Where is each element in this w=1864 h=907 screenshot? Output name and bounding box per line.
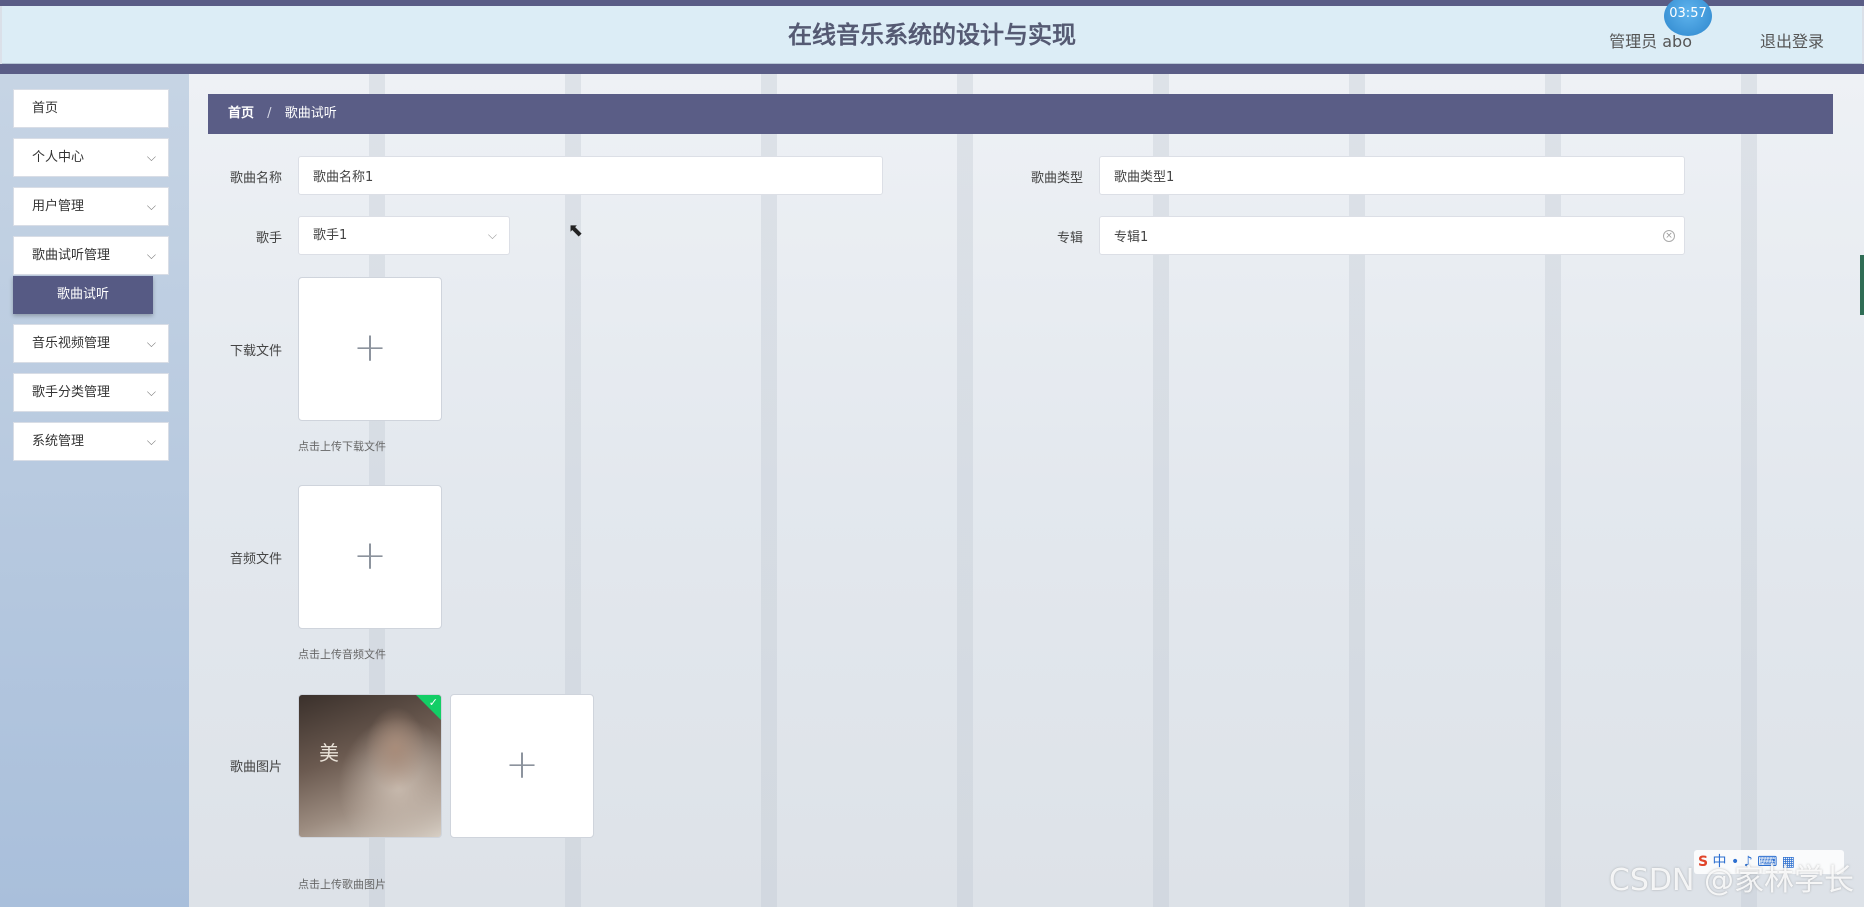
chevron-down-icon: ⌵ (487, 228, 497, 242)
download-file-upload[interactable]: + (298, 277, 442, 421)
sidebar: 首页 个人中心 ⌵ 用户管理 ⌵ 歌曲试听管理 ⌵ 歌曲试听 音乐视频管理 ⌵ … (0, 74, 189, 907)
breadcrumb-current: 歌曲试听 (284, 106, 337, 121)
sidebar-item-home[interactable]: 首页 (13, 89, 169, 128)
main-content: 首页 / 歌曲试听 歌曲名称 歌曲类型 歌手 歌手1 ⌵ 专辑 × 下载文件 +… (189, 74, 1864, 907)
logout-link[interactable]: 退出登录 (1760, 28, 1824, 52)
sidebar-item-user-management[interactable]: 用户管理 ⌵ (13, 187, 169, 226)
album-input[interactable] (1099, 216, 1685, 255)
sidebar-item-label: 首页 (32, 101, 59, 116)
song-image-tip: 点击上传歌曲图片 (298, 878, 386, 891)
breadcrumb-home[interactable]: 首页 (228, 106, 254, 121)
singer-select[interactable]: 歌手1 ⌵ (298, 216, 510, 255)
chevron-down-icon: ⌵ (146, 434, 156, 448)
sidebar-subitem-song-preview[interactable]: 歌曲试听 (13, 276, 153, 314)
sidebar-item-label: 系统管理 (32, 434, 85, 449)
sidebar-item-label: 用户管理 (32, 199, 85, 214)
song-image-label: 歌曲图片 (229, 760, 282, 775)
chevron-down-icon: ⌵ (146, 385, 156, 399)
singer-select-value: 歌手1 (313, 228, 348, 243)
sidebar-item-personal-center[interactable]: 个人中心 ⌵ (13, 138, 169, 177)
sidebar-item-music-video-management[interactable]: 音乐视频管理 ⌵ (13, 324, 169, 363)
sidebar-item-singer-category-management[interactable]: 歌手分类管理 ⌵ (13, 373, 169, 412)
sidebar-item-label: 个人中心 (32, 150, 85, 165)
thumbnail-caption: 美 (319, 741, 339, 765)
audio-file-upload[interactable]: + (298, 485, 442, 629)
sidebar-item-system-management[interactable]: 系统管理 ⌵ (13, 422, 169, 461)
plus-icon: + (353, 325, 387, 371)
current-user: 管理员 abo (1609, 32, 1692, 51)
song-image-thumbnail[interactable]: 美 ✓ (298, 694, 442, 838)
watermark: CSDN @家林学长 (1608, 863, 1854, 898)
header-underline (0, 64, 1864, 74)
chevron-down-icon: ⌵ (146, 336, 156, 350)
download-file-label: 下载文件 (229, 344, 282, 359)
mouse-cursor-icon: ⬉ (568, 220, 584, 241)
song-type-label: 歌曲类型 (1030, 171, 1083, 186)
audio-file-tip: 点击上传音频文件 (298, 648, 386, 661)
chevron-down-icon: ⌵ (146, 150, 156, 164)
chevron-down-icon: ⌵ (146, 248, 156, 262)
sidebar-item-label: 音乐视频管理 (32, 336, 111, 351)
download-file-tip: 点击上传下载文件 (298, 440, 386, 453)
song-name-label: 歌曲名称 (229, 171, 282, 186)
app-title: 在线音乐系统的设计与实现 (788, 21, 1076, 49)
sidebar-item-label: 歌曲试听管理 (32, 248, 111, 263)
check-icon: ✓ (428, 696, 438, 709)
scrollbar-handle[interactable] (1860, 255, 1864, 315)
breadcrumb-separator: / (267, 106, 272, 121)
song-type-input[interactable] (1099, 156, 1685, 195)
breadcrumb: 首页 / 歌曲试听 (208, 94, 1833, 134)
chevron-down-icon: ⌵ (146, 199, 156, 213)
app-header: 在线音乐系统的设计与实现 03:57 管理员 abo 退出登录 (2, 0, 1862, 64)
clear-icon[interactable]: × (1663, 230, 1675, 242)
song-name-input[interactable] (298, 156, 883, 195)
song-image-upload[interactable]: + (450, 694, 594, 838)
singer-label: 歌手 (255, 231, 282, 246)
sidebar-item-label: 歌手分类管理 (32, 385, 111, 400)
sidebar-item-song-preview-management[interactable]: 歌曲试听管理 ⌵ (13, 236, 169, 275)
plus-icon: + (505, 742, 539, 788)
plus-icon: + (353, 533, 387, 579)
album-label: 专辑 (1056, 231, 1083, 246)
audio-file-label: 音频文件 (229, 552, 282, 567)
